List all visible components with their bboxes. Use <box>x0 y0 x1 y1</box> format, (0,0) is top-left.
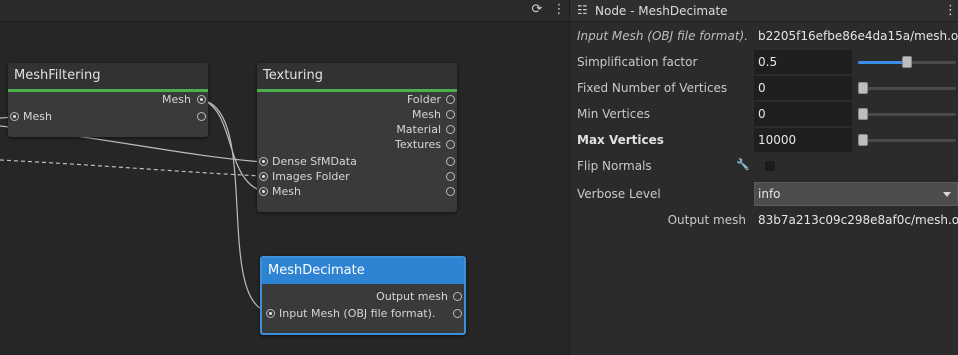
attr-label-input-mesh: Input Mesh (OBJ file format). <box>577 29 749 43</box>
slider-fill <box>858 61 907 64</box>
input-port-mesh[interactable] <box>259 187 268 196</box>
output-port-empty-2[interactable] <box>446 172 455 181</box>
tune-icon: ☷ <box>577 3 588 17</box>
attribute-editor-header: ☷ Node - MeshDecimate ⋮ <box>570 0 958 22</box>
attr-label-flip-normals: Flip Normals <box>577 159 652 173</box>
output-port-mesh[interactable] <box>197 95 206 104</box>
attr-label-max-vertices: Max Vertices <box>577 133 664 147</box>
attr-label-simplification-factor: Simplification factor <box>577 55 698 69</box>
output-port-empty[interactable] <box>453 309 462 318</box>
attr-row-input-mesh: Input Mesh (OBJ file format). b2205f16ef… <box>570 23 958 49</box>
attr-row-output-mesh: Output mesh 83b7a213c09c298e8af0c/mesh.o… <box>570 207 958 233</box>
min-vertices-slider[interactable] <box>858 108 956 120</box>
slider-handle[interactable] <box>902 56 912 68</box>
attribute-editor: ☷ Node - MeshDecimate ⋮ Input Mesh (OBJ … <box>569 0 958 355</box>
node-title: MeshFiltering <box>8 63 208 89</box>
output-port-textures[interactable] <box>446 140 455 149</box>
input-port-label-mesh: Mesh <box>23 110 52 123</box>
attr-row-fixed-number-of-vertices: Fixed Number of Vertices 0 <box>570 75 958 101</box>
more-vert-icon[interactable]: ⋮ <box>551 2 567 18</box>
max-vertices-input[interactable]: 10000 <box>754 128 852 152</box>
output-port-label-output-mesh: Output mesh <box>376 290 448 303</box>
input-port-label-dense-sfmdata: Dense SfMData <box>272 155 357 168</box>
min-vertices-input[interactable]: 0 <box>754 102 852 126</box>
output-port-material[interactable] <box>446 125 455 134</box>
verbose-level-value: info <box>758 187 781 201</box>
attr-row-flip-normals: Flip Normals 🔧 <box>570 153 958 179</box>
output-port-empty-3[interactable] <box>446 187 455 196</box>
input-port-label-input-mesh: Input Mesh (OBJ file format). <box>279 307 436 320</box>
simplification-factor-slider[interactable] <box>858 56 956 68</box>
verbose-level-dropdown[interactable]: info <box>754 182 958 206</box>
node-title: Texturing <box>257 63 457 89</box>
attr-value-output-mesh[interactable]: 83b7a213c09c298e8af0c/mesh.obj <box>754 208 958 232</box>
attr-row-min-vertices: Min Vertices 0 <box>570 101 958 127</box>
attr-value-input-mesh[interactable]: b2205f16efbe86e4da15a/mesh.obj <box>754 24 958 48</box>
simplification-factor-input[interactable]: 0.5 <box>754 50 852 74</box>
edge-meshfiltering-to-texturing-mesh <box>201 99 263 192</box>
more-vert-icon[interactable]: ⋮ <box>944 2 957 20</box>
attr-label-verbose-level: Verbose Level <box>577 187 661 201</box>
wrench-icon: 🔧 <box>736 158 750 171</box>
attr-row-verbose-level: Verbose Level info <box>570 181 958 207</box>
output-port-label-material: Material <box>396 123 441 136</box>
node-texturing[interactable]: Texturing Folder Mesh Material Textures … <box>257 63 457 212</box>
output-port-label-mesh: Mesh <box>162 93 191 106</box>
slider-handle[interactable] <box>858 134 868 146</box>
graph-editor[interactable]: ⟳ ⋮ MeshFiltering Mesh Mesh Texturing Fo… <box>0 0 569 355</box>
max-vertices-slider[interactable] <box>858 134 956 146</box>
fixed-number-of-vertices-input[interactable]: 0 <box>754 76 852 100</box>
attr-label-output-mesh: Output mesh <box>667 213 746 227</box>
node-title: MeshDecimate <box>262 258 464 284</box>
node-meshdecimate[interactable]: MeshDecimate Output mesh Input Mesh (OBJ… <box>260 256 466 335</box>
graph-toolbar: ⟳ ⋮ <box>0 0 569 22</box>
attribute-editor-title: Node - MeshDecimate <box>595 4 728 18</box>
output-port-folder[interactable] <box>446 95 455 104</box>
output-port-label-textures: Textures <box>395 138 441 151</box>
output-port-label-mesh: Mesh <box>412 108 441 121</box>
flip-normals-checkbox[interactable] <box>764 160 776 172</box>
edge-dashed-images-folder <box>0 159 263 177</box>
refresh-icon[interactable]: ⟳ <box>529 2 545 18</box>
output-port-label-folder: Folder <box>407 93 441 106</box>
input-port-mesh[interactable] <box>10 112 19 121</box>
output-port-empty[interactable] <box>197 112 206 121</box>
slider-handle[interactable] <box>858 108 868 120</box>
input-port-label-mesh: Mesh <box>272 185 301 198</box>
output-port-output-mesh[interactable] <box>453 292 462 301</box>
slider-handle[interactable] <box>858 82 868 94</box>
attr-label-fixed-number-of-vertices: Fixed Number of Vertices <box>577 81 728 95</box>
attr-label-min-vertices: Min Vertices <box>577 107 650 121</box>
attr-row-simplification-factor: Simplification factor 0.5 <box>570 49 958 75</box>
chevron-down-icon <box>943 192 951 197</box>
attr-row-max-vertices: Max Vertices 10000 <box>570 127 958 153</box>
input-port-label-images-folder: Images Folder <box>272 170 350 183</box>
input-port-images-folder[interactable] <box>259 172 268 181</box>
output-port-empty-1[interactable] <box>446 157 455 166</box>
output-port-mesh[interactable] <box>446 110 455 119</box>
fixed-number-of-vertices-slider[interactable] <box>858 82 956 94</box>
input-port-input-mesh[interactable] <box>266 309 275 318</box>
node-meshfiltering[interactable]: MeshFiltering Mesh Mesh <box>8 63 208 137</box>
input-port-dense-sfmdata[interactable] <box>259 157 268 166</box>
